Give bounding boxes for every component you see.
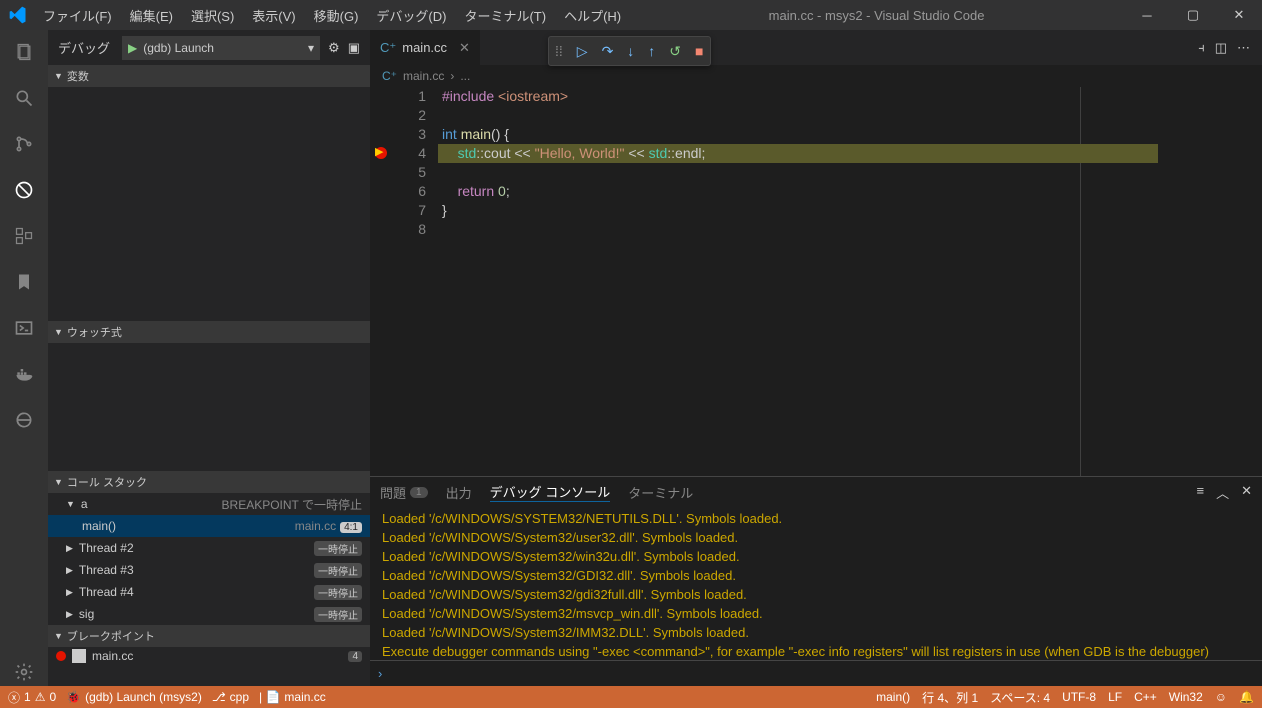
status-lang[interactable]: ⎇ cpp xyxy=(212,690,249,704)
minimize-button[interactable]: ─ xyxy=(1124,0,1170,30)
debug-toolbar: ⁞⁞ ▷ ↷ ↓ ↑ ↺ ■ xyxy=(548,36,711,66)
explorer-icon[interactable] xyxy=(10,38,38,66)
launch-config-label: (gdb) Launch xyxy=(143,41,214,55)
bell-icon[interactable]: 🔔 xyxy=(1239,690,1254,704)
menu-bar: ファイル(F) 編集(E) 選択(S) 表示(V) 移動(G) デバッグ(D) … xyxy=(35,2,629,29)
close-tab-icon[interactable]: ✕ xyxy=(459,40,470,56)
tab-problems[interactable]: 問題1 xyxy=(380,483,428,502)
cs-thread[interactable]: ▶Thread #2一時停止 xyxy=(48,537,370,559)
feedback-icon[interactable]: ☺ xyxy=(1215,690,1227,704)
sidebar-title: デバッグ xyxy=(58,38,110,57)
tab-output[interactable]: 出力 xyxy=(446,483,472,502)
menu-debug[interactable]: デバッグ(D) xyxy=(368,2,454,29)
stop-button[interactable]: ■ xyxy=(695,43,703,59)
code-content[interactable]: #include <iostream> int main() { std::co… xyxy=(442,87,1158,476)
status-position[interactable]: 行 4、列 1 xyxy=(922,689,978,706)
execution-pointer-icon: ▶ xyxy=(375,145,383,158)
bottom-panel: 問題1 出力 デバッグ コンソール ターミナル ≡ ︿ ✕ Loaded '/c… xyxy=(370,476,1262,686)
status-eol[interactable]: LF xyxy=(1108,690,1122,704)
breakpoint-line: 4 xyxy=(348,651,362,662)
section-variables[interactable]: ▼変数 xyxy=(48,65,370,87)
cpp-file-icon: C⁺ xyxy=(380,40,396,56)
clear-console-icon[interactable]: ≡ xyxy=(1196,483,1204,502)
docker-icon[interactable] xyxy=(10,360,38,388)
cpp-file-icon: C⁺ xyxy=(382,69,397,83)
maximize-button[interactable]: ▢ xyxy=(1170,0,1216,30)
status-file[interactable]: main.cc xyxy=(284,690,325,704)
cs-thread[interactable]: ▶Thread #4一時停止 xyxy=(48,581,370,603)
step-over-button[interactable]: ↷ xyxy=(602,43,614,60)
settings-gear-icon[interactable] xyxy=(10,658,38,686)
menu-help[interactable]: ヘルプ(H) xyxy=(556,2,629,29)
section-breakpoints[interactable]: ▼ブレークポイント xyxy=(48,625,370,647)
powershell-icon[interactable] xyxy=(10,314,38,342)
tab-terminal[interactable]: ターミナル xyxy=(628,483,693,502)
menu-file[interactable]: ファイル(F) xyxy=(35,2,120,29)
status-function[interactable]: main() xyxy=(876,690,910,704)
breakpoint-file: main.cc xyxy=(92,649,133,663)
menu-selection[interactable]: 選択(S) xyxy=(183,2,242,29)
window-title: main.cc - msys2 - Visual Studio Code xyxy=(629,8,1124,23)
debug-icon[interactable] xyxy=(10,176,38,204)
tab-label: main.cc xyxy=(402,40,447,55)
step-out-button[interactable]: ↑ xyxy=(648,43,655,59)
debug-sidebar: デバッグ ▶ (gdb) Launch ▾ ⚙ ▣ ▼変数 ▼ウォッチ式 ▼コー… xyxy=(48,30,370,686)
activity-bar xyxy=(0,30,48,686)
compare-icon[interactable]: ⫞ xyxy=(1198,40,1205,56)
cs-process[interactable]: ▼aBREAKPOINT で一時停止 xyxy=(48,493,370,515)
status-launch[interactable]: 🐞 (gdb) Launch (msys2) xyxy=(66,690,202,704)
section-watch[interactable]: ▼ウォッチ式 xyxy=(48,321,370,343)
breakpoint-item[interactable]: ✓ main.cc 4 xyxy=(48,647,370,665)
search-icon[interactable] xyxy=(10,84,38,112)
menu-go[interactable]: 移動(G) xyxy=(306,2,367,29)
menu-terminal[interactable]: ターミナル(T) xyxy=(456,2,554,29)
status-errors[interactable]: ⓧ 1 ⚠ 0 xyxy=(8,689,56,706)
status-encoding[interactable]: UTF-8 xyxy=(1062,690,1096,704)
liveshare-icon[interactable] xyxy=(10,406,38,434)
tab-debug-console[interactable]: デバッグ コンソール xyxy=(490,482,611,502)
close-panel-icon[interactable]: ✕ xyxy=(1241,483,1252,502)
vscode-logo-icon xyxy=(0,5,35,25)
cs-frame[interactable]: main()main.cc4:1 xyxy=(48,515,370,537)
line-numbers: 12345678 xyxy=(392,87,442,476)
cs-thread[interactable]: ▶sig一時停止 xyxy=(48,603,370,625)
debug-console-input[interactable]: › xyxy=(370,660,1262,686)
status-spaces[interactable]: スペース: 4 xyxy=(990,689,1050,706)
section-callstack[interactable]: ▼コール スタック xyxy=(48,471,370,493)
breakpoint-checkbox[interactable]: ✓ xyxy=(72,649,86,663)
launch-config-select[interactable]: ▶ (gdb) Launch ▾ xyxy=(122,36,320,60)
step-into-button[interactable]: ↓ xyxy=(627,43,634,59)
restart-button[interactable]: ↺ xyxy=(669,43,681,60)
play-icon: ▶ xyxy=(128,41,137,55)
split-editor-icon[interactable]: ◫ xyxy=(1215,40,1227,56)
debug-console-icon[interactable]: ▣ xyxy=(348,40,360,56)
more-icon[interactable]: ⋯ xyxy=(1237,40,1250,56)
menu-edit[interactable]: 編集(E) xyxy=(122,2,181,29)
close-button[interactable]: ✕ xyxy=(1216,0,1262,30)
breakpoint-dot-icon xyxy=(56,651,66,661)
cs-thread[interactable]: ▶Thread #3一時停止 xyxy=(48,559,370,581)
status-mode[interactable]: C++ xyxy=(1134,690,1157,704)
title-bar: ファイル(F) 編集(E) 選択(S) 表示(V) 移動(G) デバッグ(D) … xyxy=(0,0,1262,30)
bookmark-icon[interactable] xyxy=(10,268,38,296)
gear-icon[interactable]: ⚙ xyxy=(328,40,340,56)
tab-main-cc[interactable]: C⁺ main.cc ✕ xyxy=(370,30,481,65)
breadcrumb[interactable]: C⁺ main.cc › ... xyxy=(370,65,1262,87)
extensions-icon[interactable] xyxy=(10,222,38,250)
collapse-panel-icon[interactable]: ︿ xyxy=(1216,483,1229,502)
drag-handle-icon[interactable]: ⁞⁞ xyxy=(555,43,563,59)
scm-icon[interactable] xyxy=(10,130,38,158)
status-bar: ⓧ 1 ⚠ 0 🐞 (gdb) Launch (msys2) ⎇ cpp | 📄… xyxy=(0,686,1262,708)
editor-area: C⁺ main.cc ✕ ⫞ ◫ ⋯ C⁺ main.cc › ... ▶ 12… xyxy=(370,30,1262,686)
continue-button[interactable]: ▷ xyxy=(577,43,588,60)
status-os[interactable]: Win32 xyxy=(1169,690,1203,704)
editor-tabs: C⁺ main.cc ✕ ⫞ ◫ ⋯ xyxy=(370,30,1262,65)
code-editor[interactable]: ▶ 12345678 #include <iostream> int main(… xyxy=(370,87,1262,476)
debug-console-output[interactable]: Loaded '/c/WINDOWS/SYSTEM32/NETUTILS.DLL… xyxy=(370,507,1262,660)
menu-view[interactable]: 表示(V) xyxy=(244,2,303,29)
